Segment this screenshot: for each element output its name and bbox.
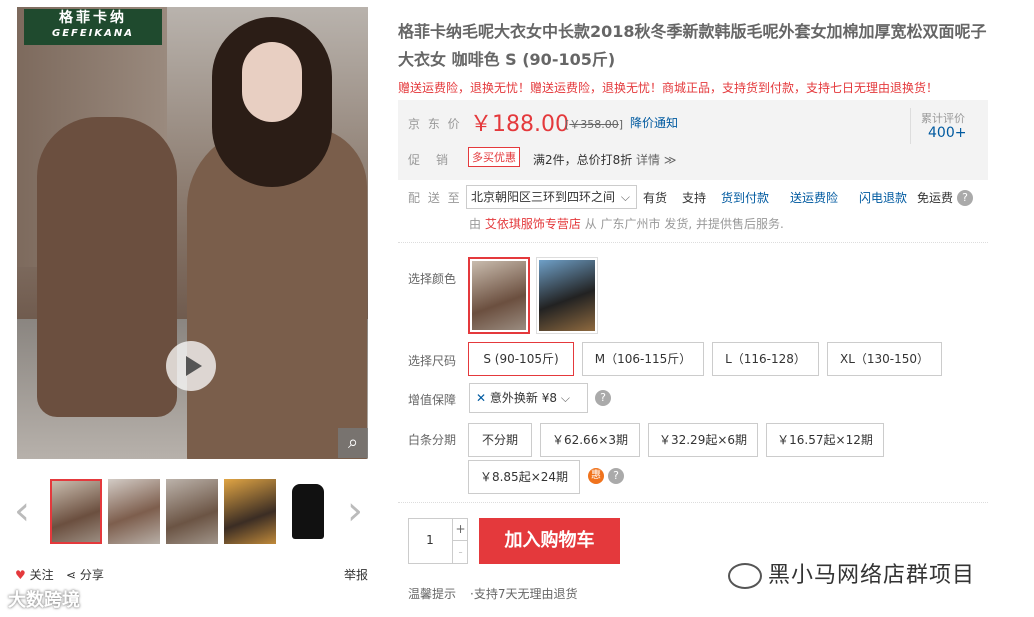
divider	[398, 242, 988, 243]
address-select[interactable]: 北京朝阳区三环到四环之间 ⌵	[466, 185, 637, 209]
discount-hui-icon: 惠	[588, 468, 604, 484]
divider	[398, 502, 988, 503]
quantity-plus-button[interactable]: +	[452, 518, 468, 541]
stock-status: 有货	[643, 191, 668, 205]
follow-button[interactable]: ♥ 关注	[15, 566, 54, 583]
thumb-next-arrow-icon[interactable]: ›	[347, 491, 363, 531]
size-option-xl[interactable]: XL（130-150）	[827, 342, 942, 376]
thumbnail-3[interactable]	[166, 479, 218, 544]
logo-cn: 格菲卡纳	[59, 10, 127, 26]
watermark-right: 黑小马网络店群项目	[728, 557, 975, 589]
promotion-label: 促 销	[408, 153, 451, 167]
help-icon[interactable]: ?	[957, 190, 973, 206]
tip-label: 温馨提示	[408, 587, 457, 601]
fast-refund-link[interactable]: 闪电退款	[859, 189, 907, 206]
share-button[interactable]: ⋖ 分享	[66, 566, 104, 583]
thumbnail-5[interactable]	[282, 479, 334, 544]
model-face	[242, 42, 302, 122]
insurance-select[interactable]: ✕ 意外换新 ¥8 ⌵	[469, 383, 588, 413]
quantity-minus-button[interactable]: -	[452, 541, 468, 564]
share-label: 分享	[79, 568, 104, 582]
free-shipping-label: 免运费	[917, 191, 954, 205]
logo-en: GEFEIKANA	[51, 28, 135, 39]
follow-label: 关注	[29, 568, 54, 582]
share-icon: ⋖	[66, 568, 77, 582]
wechat-icon	[728, 563, 762, 589]
thumbnail-2[interactable]	[108, 479, 160, 544]
original-price: [￥358.00]	[565, 118, 624, 131]
freight-insurance-link[interactable]: 送运费险	[790, 189, 838, 206]
price-notify-link[interactable]: 降价通知	[630, 114, 678, 131]
zoom-icon[interactable]: ⌕	[338, 428, 368, 458]
tip-text: ·支持7天无理由退货	[470, 587, 578, 601]
review-label: 累计评价	[921, 112, 965, 125]
review-divider	[910, 108, 911, 144]
installment-option-12[interactable]: ￥16.57起×12期	[766, 423, 884, 457]
insurance-help-icon[interactable]: ?	[595, 390, 611, 406]
promotion-text: 满2件，总价打8折	[533, 153, 633, 167]
insurance-value: 意外换新 ¥8	[489, 391, 557, 405]
thumbnail-4[interactable]	[224, 479, 276, 544]
brand-logo: 格菲卡纳 GEFEIKANA	[24, 9, 162, 45]
black-coat-shape	[292, 484, 324, 539]
installment-option-3[interactable]: ￥62.66×3期	[540, 423, 640, 457]
model-coat-left	[37, 117, 177, 417]
watermark-left: 大数跨境	[8, 590, 80, 611]
size-option-s[interactable]: S (90-105斤)	[468, 342, 574, 376]
installment-help-icon[interactable]: ?	[608, 468, 624, 484]
promo-banner: 赠送运费险，退换无忧！赠送运费险，退换无忧！商城正品，支持货到付款，支持七日无理…	[398, 81, 939, 95]
shop-info: 由 艾依琪服饰专营店 从 广东广州市 发货, 并提供售后服务.	[469, 217, 784, 231]
size-label: 选择尺码	[408, 354, 457, 368]
installment-label: 白条分期	[408, 433, 457, 447]
add-to-cart-button[interactable]: 加入购物车	[479, 518, 620, 564]
promotion-tag: 多买优惠	[468, 147, 520, 167]
size-option-l[interactable]: L（116-128）	[712, 342, 819, 376]
chevron-down-icon: ⌵	[620, 190, 630, 204]
color-option-coffee[interactable]	[468, 257, 530, 334]
video-play-icon[interactable]	[166, 341, 216, 391]
installment-option-none[interactable]: 不分期	[468, 423, 532, 457]
support-label: 支持	[682, 191, 707, 205]
report-link[interactable]: 举报	[344, 566, 368, 583]
cod-link[interactable]: 货到付款	[721, 189, 769, 206]
chevron-down-icon: ⌵	[560, 391, 570, 405]
product-title: 格菲卡纳毛呢大衣女中长款2018秋冬季新款韩版毛呢外套女加棉加厚宽松双面呢子大衣…	[398, 22, 987, 69]
promotion-details-link[interactable]: 详情 ≫	[636, 151, 676, 168]
heart-icon: ♥	[15, 568, 26, 582]
shipping-label: 配 送 至	[408, 191, 462, 205]
current-price: ￥188.00	[470, 112, 569, 137]
address-value: 北京朝阳区三环到四环之间	[471, 190, 616, 204]
insurance-label: 增值保障	[408, 393, 457, 407]
installment-option-6[interactable]: ￥32.29起×6期	[648, 423, 758, 457]
color-label: 选择颜色	[408, 272, 457, 286]
thumb-prev-arrow-icon[interactable]: ‹	[14, 491, 30, 531]
tools-icon: ✕	[476, 391, 487, 405]
shop-name-link[interactable]: 艾依琪服饰专营店	[485, 217, 581, 231]
color-option-black[interactable]	[536, 257, 598, 334]
main-product-image[interactable]	[17, 7, 368, 459]
quantity-input[interactable]: 1	[408, 533, 452, 547]
size-option-m[interactable]: M（106-115斤）	[582, 342, 704, 376]
price-label: 京 东 价	[408, 117, 462, 131]
installment-option-24[interactable]: ￥8.85起×24期	[468, 460, 580, 494]
review-count-link[interactable]: 400+	[928, 125, 966, 141]
thumbnail-1[interactable]	[50, 479, 102, 544]
